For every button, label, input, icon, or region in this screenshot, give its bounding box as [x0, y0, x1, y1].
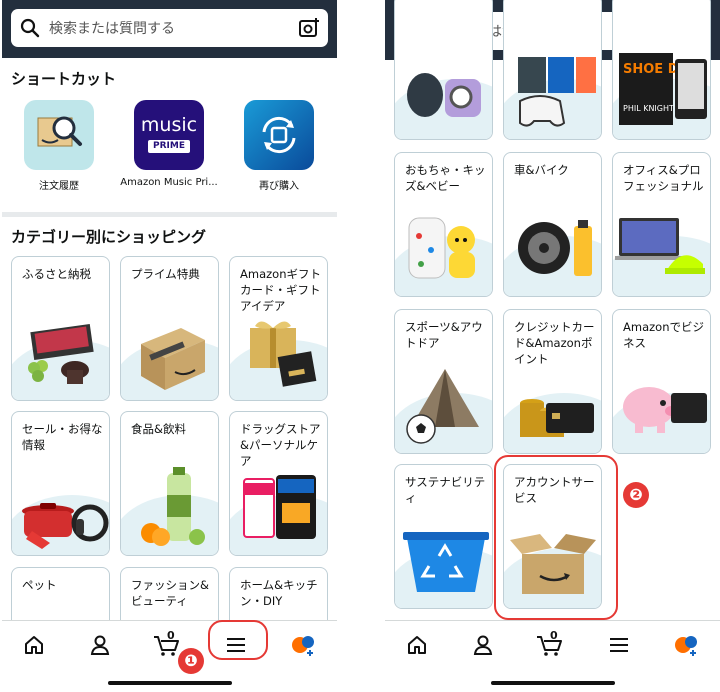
search-icon: [19, 17, 41, 39]
hamburger-menu-icon: [610, 638, 628, 652]
category-card-food[interactable]: 食品&飲料: [120, 411, 219, 556]
category-card-media[interactable]: [503, 0, 602, 140]
user-icon: [90, 635, 110, 655]
category-card-drugstore[interactable]: ドラッグストア&パーソナルケア: [229, 411, 328, 556]
step-1-badge: ❶: [178, 648, 204, 674]
shortcut-label: 再び購入: [259, 181, 299, 192]
bottom-tab-bar: 0: [385, 620, 720, 692]
highlight-ring-account-service: [494, 455, 618, 620]
car-parts-image: [518, 220, 592, 276]
home-indicator: [107, 681, 232, 685]
category-card-business[interactable]: Amazonでビジネス: [612, 309, 711, 454]
category-card-furusato[interactable]: ふるさと納税: [11, 256, 110, 401]
category-card-label: サステナビリティ: [405, 475, 486, 505]
category-card-toys[interactable]: おもちゃ・キッズ&ベビー: [394, 152, 493, 297]
tab-home[interactable]: [400, 631, 434, 659]
search-bar[interactable]: 検索または質問する: [11, 9, 328, 47]
office-items-image: [615, 218, 705, 274]
left-phone-screen: 検索または質問する ショートカット 注文履歴 music PRIME Amazo…: [2, 0, 337, 692]
tab-account[interactable]: [83, 631, 117, 659]
category-card-gift[interactable]: Amazonギフトカード・ギフトアイデア: [229, 256, 328, 401]
amazon-music-prime-icon: music PRIME: [134, 100, 204, 170]
category-card-label: Amazonでビジネス: [623, 320, 704, 350]
book-author-text: PHIL KNIGHT: [623, 104, 674, 113]
recycle-bin-image: [403, 532, 489, 592]
category-card-label: ホーム&キッチン・DIY: [240, 578, 318, 608]
piggy-bank-image: [623, 387, 707, 433]
shortcut-buy-again[interactable]: 再び購入: [229, 100, 329, 192]
category-card-label: ドラッグストア&パーソナルケア: [240, 422, 321, 468]
shortcut-amazon-music[interactable]: music PRIME Amazon Music Pri...: [119, 100, 219, 188]
drugstore-items-image: [243, 475, 316, 539]
amazon-box-image: [141, 328, 205, 390]
highlight-ring-menu: [208, 620, 268, 660]
order-history-icon: [24, 100, 94, 170]
credit-card-coins-image: [520, 399, 594, 437]
top-bar: 検索または質問する: [2, 0, 337, 58]
bottom-tab-bar: 0: [2, 620, 337, 692]
category-card-sale[interactable]: セール・お得な情報: [11, 411, 110, 556]
shortcut-order-history[interactable]: 注文履歴: [9, 100, 109, 192]
camera-search-icon[interactable]: [298, 17, 320, 39]
category-card-label: ファッション&ビューティ: [131, 578, 209, 608]
tab-cart[interactable]: 0: [533, 629, 567, 659]
section-divider: [2, 212, 337, 217]
category-card-label: ふるさと納税: [22, 267, 91, 281]
toys-image: [408, 217, 475, 279]
category-card-label: ペット: [22, 578, 57, 592]
buy-again-icon: [244, 100, 314, 170]
category-card-label: プライム特典: [131, 267, 200, 281]
category-card-electronics[interactable]: [394, 0, 493, 140]
tab-rufus[interactable]: [669, 631, 703, 659]
category-card-books[interactable]: SHOE DOG PHIL KNIGHT: [612, 0, 711, 140]
search-placeholder: 検索または質問する: [49, 21, 175, 37]
category-card-label: Amazonギフトカード・ギフトアイデア: [240, 267, 321, 313]
sale-items-image: [22, 503, 109, 549]
prime-logo-text: PRIME: [148, 140, 190, 153]
media-games-image: [518, 57, 596, 127]
books-image: SHOE DOGPHIL KNIGHT: [619, 53, 707, 125]
cart-count: 0: [550, 629, 558, 642]
user-icon: [473, 635, 493, 655]
tab-rufus[interactable]: [286, 631, 320, 659]
food-drink-image: [141, 467, 205, 546]
shortcuts-title: ショートカット: [11, 70, 117, 88]
category-card-label: おもちゃ・キッズ&ベビー: [405, 163, 486, 193]
category-card-sports[interactable]: スポーツ&アウトドア: [394, 309, 493, 454]
tab-menu[interactable]: [602, 631, 636, 659]
music-logo-text: music: [140, 114, 198, 136]
sports-outdoor-image: [406, 369, 479, 444]
step-2-badge: ❷: [623, 482, 649, 508]
gift-box-image: [250, 321, 317, 387]
rufus-assistant-icon: [675, 636, 697, 656]
shortcut-label: 注文履歴: [39, 181, 79, 192]
rufus-assistant-icon: [292, 636, 314, 656]
category-card-label: セール・お得な情報: [22, 422, 103, 452]
category-card-prime[interactable]: プライム特典: [120, 256, 219, 401]
category-card-label: 食品&飲料: [131, 422, 186, 436]
category-card-label: クレジットカード&Amazonポイント: [514, 320, 595, 366]
category-card-sustainability[interactable]: サステナビリティ: [394, 464, 493, 609]
right-phone-screen: 検索または質問する SHOE DOG PHIL KNIGHT おもちゃ・キッズ&ベ…: [385, 0, 720, 692]
category-card-credit[interactable]: クレジットカード&Amazonポイント: [503, 309, 602, 454]
category-card-office[interactable]: オフィス&プロフェッショナル: [612, 152, 711, 297]
home-icon: [25, 636, 43, 654]
category-card-label: オフィス&プロフェッショナル: [623, 163, 704, 193]
category-card-car[interactable]: 車&バイク: [503, 152, 602, 297]
home-indicator: [490, 681, 615, 685]
furusato-image: [28, 323, 94, 384]
category-card-label: スポーツ&アウトドア: [405, 320, 483, 350]
electronics-image: [407, 73, 481, 117]
home-icon: [408, 636, 426, 654]
tab-account[interactable]: [466, 631, 500, 659]
tab-home[interactable]: [17, 631, 51, 659]
shortcut-label: Amazon Music Pri...: [120, 177, 218, 188]
cart-count: 0: [167, 629, 175, 642]
categories-title: カテゴリー別にショッピング: [11, 228, 207, 246]
category-card-label: 車&バイク: [514, 163, 569, 177]
